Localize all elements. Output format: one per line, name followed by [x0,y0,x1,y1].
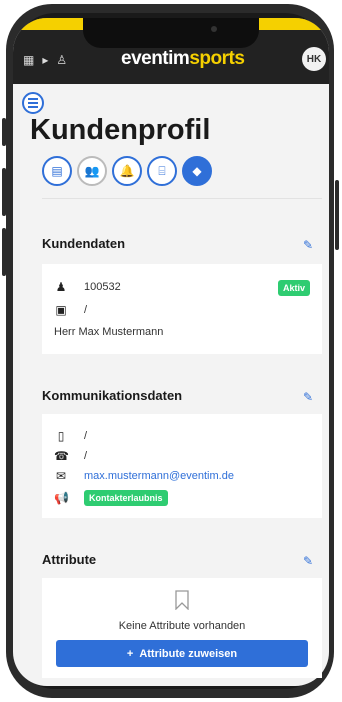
megaphone-icon: 📢 [54,491,69,505]
logo-accent: sports [189,48,245,69]
title-divider [42,198,322,199]
people-button[interactable]: 👥 [77,156,107,186]
permission-badge: Kontakterlaubnis [84,490,168,506]
user-id-icon: ♟ [55,280,67,294]
page-title: Kundenprofil [30,114,211,146]
edit-icon[interactable]: ✎ [303,390,315,404]
empty-state-text: Keine Attribute vorhanden [118,620,246,632]
hierarchy-button[interactable]: ⌸ [147,156,177,186]
phone-row: ☎ / [54,449,87,463]
phone-icon: ☎ [54,449,69,463]
topbar-icons: ▦ ▸ ♙ [23,53,67,67]
plus-icon: + [126,647,134,660]
tag-icon: ◆ [192,164,202,178]
document-icon: ▤ [51,164,63,178]
section-title-kundendaten: Kundendaten [42,236,126,251]
phone-volume-up [2,168,6,216]
user-icon[interactable]: ♙ [56,53,67,67]
section-title-attribute: Attribute [42,552,97,567]
customer-id: 100532 [84,281,121,293]
document-button[interactable]: ▤ [42,156,72,186]
avatar[interactable]: HK [302,47,326,71]
phone-side-button [2,118,6,146]
phone-volume-down [2,228,6,276]
camera-icon [211,26,217,32]
mobile-row: ▯ / [54,429,87,443]
logo-main: eventim [121,48,190,69]
phone-value: / [84,450,88,462]
edit-icon[interactable]: ✎ [303,554,315,568]
status-badge: Aktiv [277,278,310,296]
people-icon: 👥 [84,164,100,178]
permission-row: 📢 Kontakterlaubnis [54,490,168,506]
company-row: ▣ / [54,303,87,317]
tree-icon: ⌸ [158,163,166,178]
brand-stripe-right [259,18,329,30]
action-bar: ▤ 👥 🔔 ⌸ ◆ [42,156,212,186]
app-logo[interactable]: eventimsports [121,48,245,70]
notification-button[interactable]: 🔔 [112,156,142,186]
phone-notch [83,18,259,48]
email-link[interactable]: max.mustermann@eventim.de [84,470,234,482]
bell-icon: 🔔 [119,164,135,178]
brand-stripe-left [13,18,83,30]
phone-power-button [335,180,339,250]
mobile-value: / [84,430,88,442]
top-bar: ▦ ▸ ♙ eventimsports HK [13,18,329,84]
tag-button[interactable]: ◆ [182,156,212,186]
edit-icon[interactable]: ✎ [303,238,315,252]
customer-name: Herr Max Mustermann [54,326,164,338]
section-title-kommunikation: Kommunikationsdaten [42,388,183,403]
email-icon: ✉ [55,469,67,483]
assign-attributes-label: Attribute zuweisen [139,647,238,660]
building-icon[interactable]: ▦ [23,53,34,67]
company-value: / [84,304,88,316]
customer-id-row: ♟ 100532 [54,280,121,294]
kommunikation-card: ▯ / ☎ / ✉ max.mustermann@eventim.de 📢 Kontak… [42,414,322,518]
chevron-right-icon: ▸ [42,53,49,67]
assign-attributes-button[interactable]: + Attribute zuweisen [56,640,308,667]
mobile-icon: ▯ [57,429,65,443]
menu-button[interactable] [22,92,44,114]
name-row: Herr Max Mustermann [54,326,163,338]
kundendaten-card: ♟ 100532 Aktiv ▣ / Herr Max Mustermann [42,264,322,354]
status-badge-label: Aktiv [277,280,310,296]
bookmark-icon [175,590,189,610]
email-row: ✉ max.mustermann@eventim.de [54,469,234,483]
company-icon: ▣ [55,303,67,317]
